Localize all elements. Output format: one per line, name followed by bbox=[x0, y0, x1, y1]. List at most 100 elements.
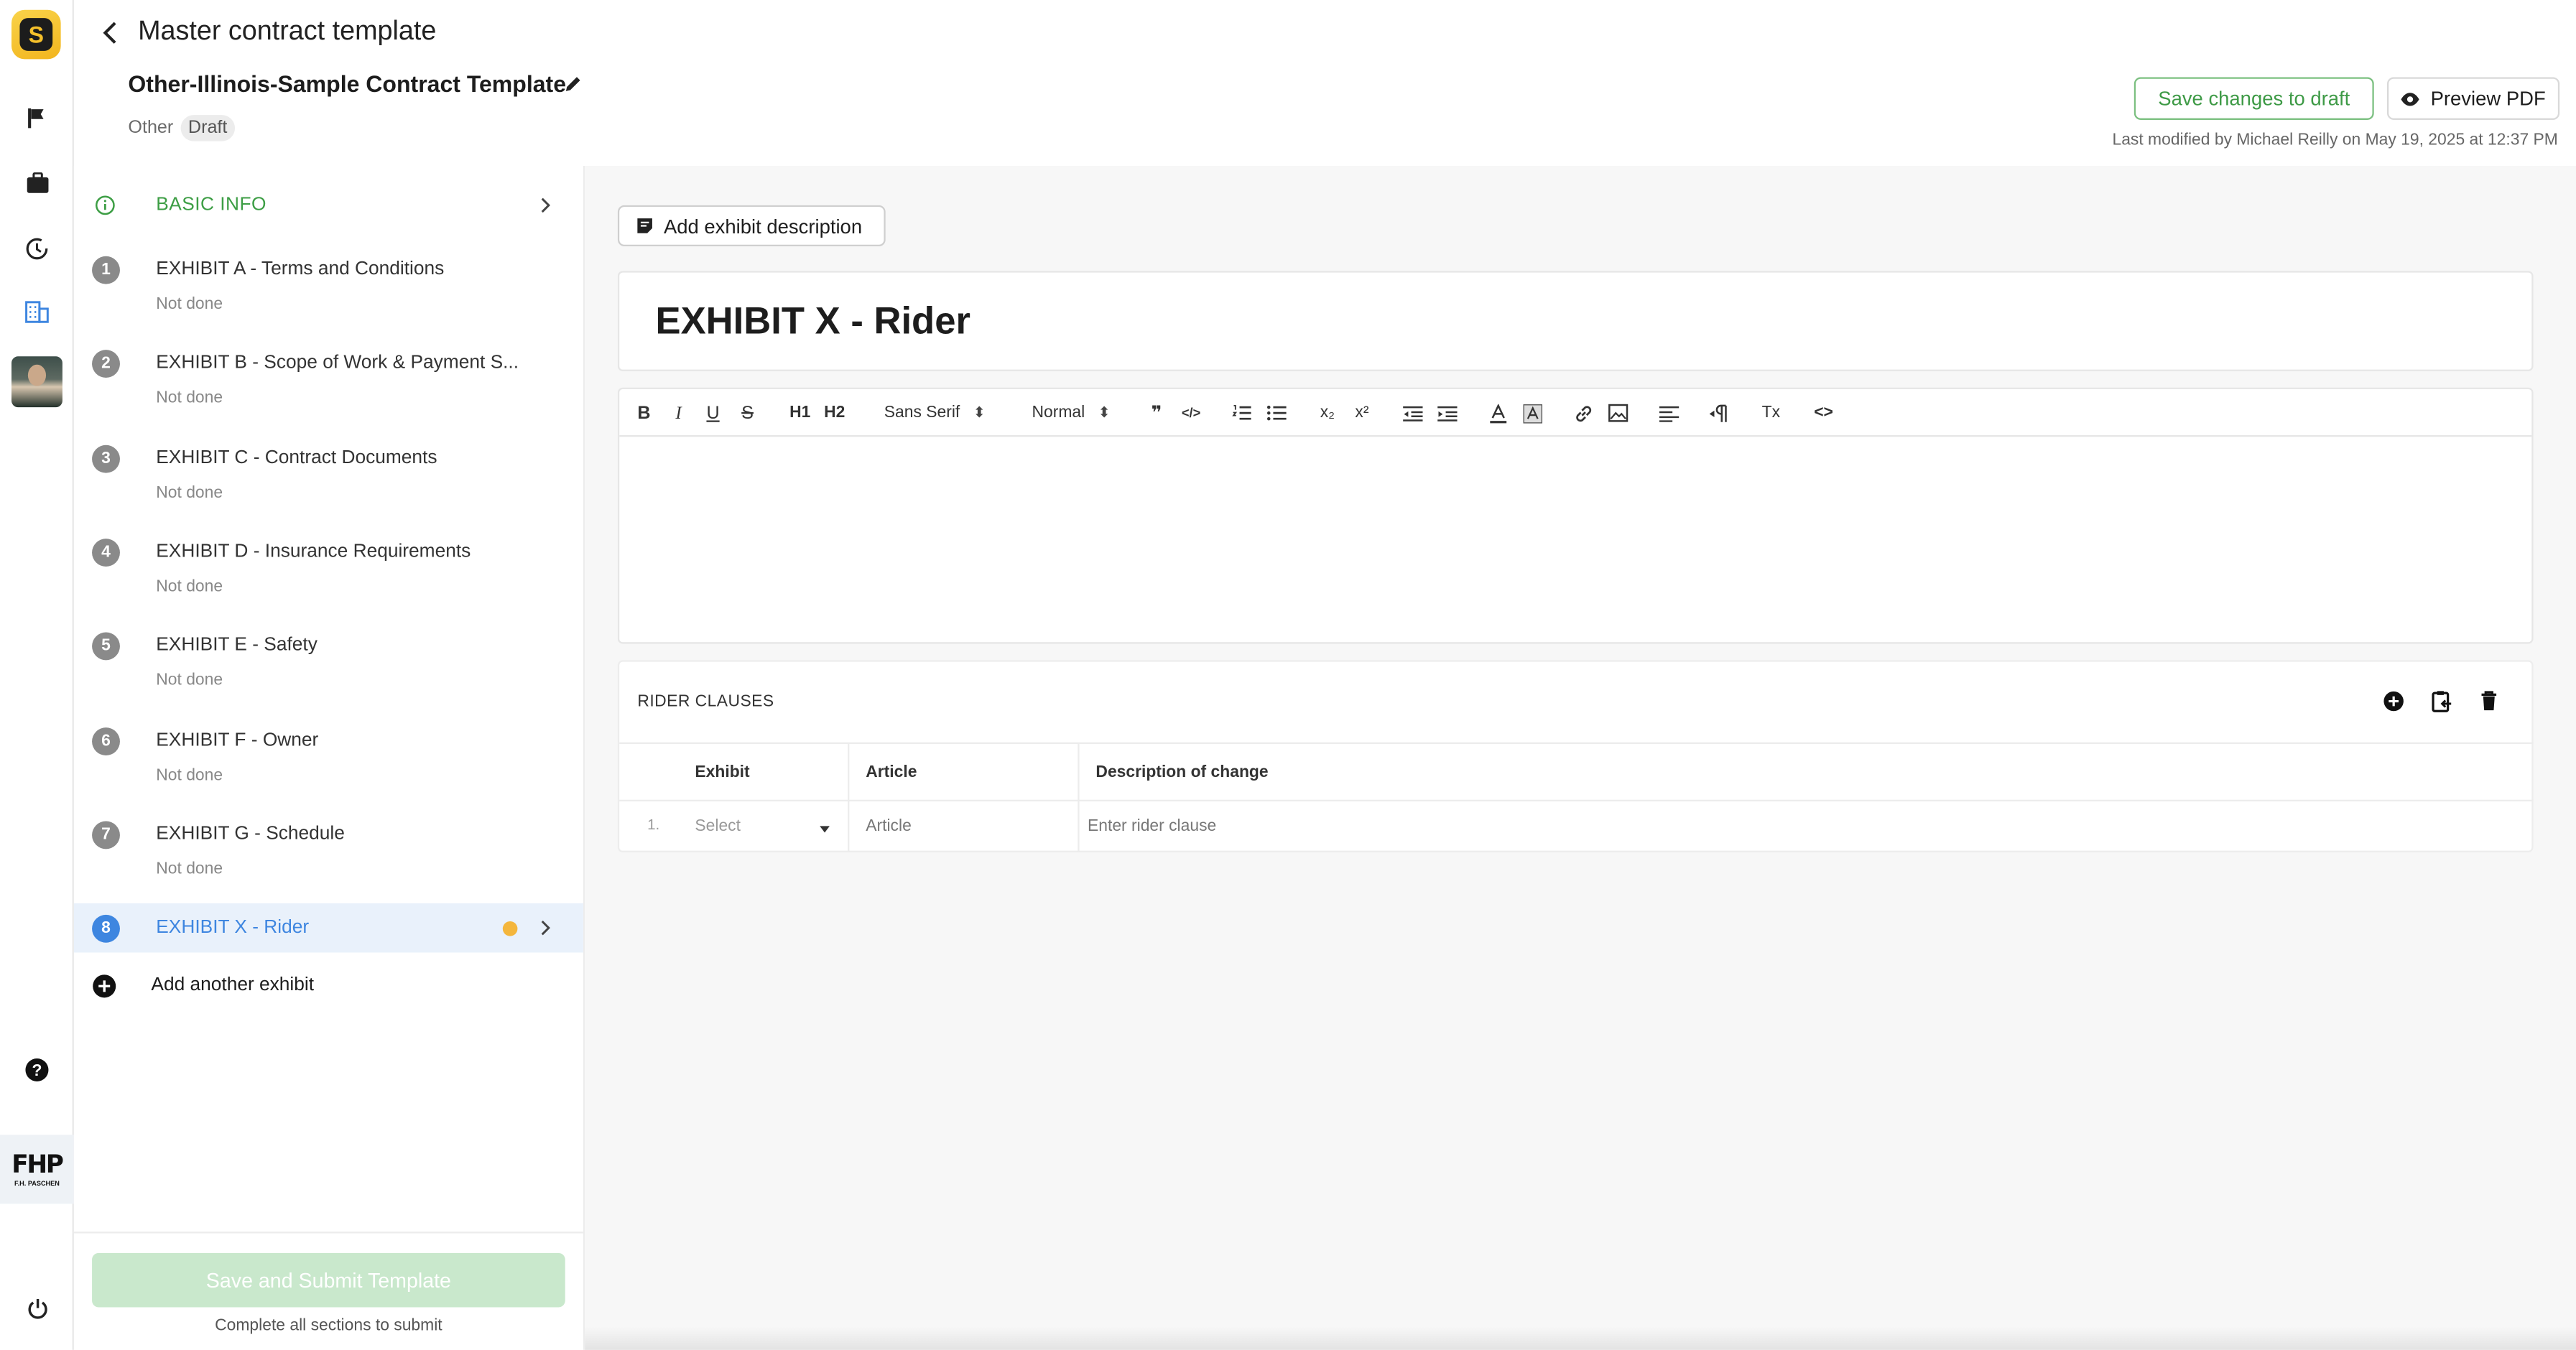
power-icon[interactable] bbox=[0, 1286, 74, 1332]
step-number: 1 bbox=[92, 256, 120, 284]
outdent-icon bbox=[1403, 405, 1423, 421]
sidebar-item-exhibit-b[interactable]: 2 EXHIBIT B - Scope of Work & Payment S.… bbox=[74, 350, 583, 435]
indent-button[interactable] bbox=[1436, 401, 1459, 425]
building-icon[interactable] bbox=[0, 289, 74, 335]
italic-button[interactable]: I bbox=[669, 401, 688, 425]
add-description-label: Add exhibit description bbox=[663, 214, 863, 238]
add-exhibit-label: Add another exhibit bbox=[151, 975, 315, 995]
description-input[interactable]: Enter rider clause bbox=[1088, 801, 2517, 852]
app-logo[interactable]: S bbox=[11, 9, 61, 60]
editor-content-area[interactable] bbox=[619, 439, 2531, 643]
highlight-icon bbox=[1523, 403, 1543, 423]
company-logo[interactable]: FHP F.H. PASCHEN bbox=[0, 1135, 74, 1204]
sidebar-item-exhibit-c[interactable]: 3 EXHIBIT C - Contract Documents Not don… bbox=[74, 444, 583, 531]
article-input[interactable]: Article bbox=[866, 801, 1071, 852]
row-number: 1. bbox=[647, 816, 660, 833]
add-exhibit-button[interactable]: Add another exhibit bbox=[74, 966, 583, 1005]
exhibit-title-card[interactable]: EXHIBIT X - Rider bbox=[617, 271, 2534, 371]
unsaved-dot-icon bbox=[502, 921, 518, 936]
bullet-list-button[interactable] bbox=[1265, 401, 1288, 425]
last-modified: Last modified by Michael Reilly on May 1… bbox=[2112, 131, 2558, 150]
sidebar-item-exhibit-x[interactable]: 8 EXHIBIT X - Rider bbox=[73, 903, 583, 953]
template-name: Other-Illinois-Sample Contract Template bbox=[128, 70, 567, 97]
bottom-fade bbox=[585, 1326, 2576, 1350]
rider-clauses-heading: RIDER CLAUSES bbox=[637, 693, 774, 712]
sidebar-item-exhibit-f[interactable]: 6 EXHIBIT F - Owner Not done bbox=[74, 727, 583, 813]
image-icon bbox=[1608, 404, 1628, 422]
highlight-button[interactable] bbox=[1521, 401, 1544, 425]
svg-text:?: ? bbox=[32, 1060, 42, 1079]
chevron-right-icon bbox=[541, 920, 550, 936]
sidebar-item-status: Not done bbox=[156, 767, 223, 786]
code-block-button[interactable]: </> bbox=[1180, 401, 1203, 425]
underline-button[interactable]: U bbox=[703, 401, 723, 425]
bullet-list-icon bbox=[1266, 405, 1287, 421]
rich-text-editor: B I U S H1 H2 Sans Serif Normal ❞ </> x₂… bbox=[617, 387, 2534, 644]
font-family-select[interactable]: Sans Serif bbox=[879, 401, 991, 425]
link-button[interactable] bbox=[1572, 401, 1595, 425]
exhibit-title[interactable]: EXHIBIT X - Rider bbox=[656, 299, 970, 343]
sidebar-item-exhibit-g[interactable]: 7 EXHIBIT G - Schedule Not done bbox=[74, 821, 583, 907]
clear-format-button[interactable]: Tx bbox=[1759, 401, 1782, 425]
image-button[interactable] bbox=[1607, 401, 1630, 425]
sidebar-item-status: Not done bbox=[156, 389, 223, 408]
ordered-list-icon bbox=[1232, 404, 1251, 420]
strikethrough-button[interactable]: S bbox=[738, 401, 757, 425]
column-header-description: Description of change bbox=[1095, 763, 1269, 781]
table-header-row: Exhibit Article Description of change bbox=[619, 744, 2534, 802]
edit-icon[interactable] bbox=[563, 73, 586, 96]
sidebar-item-exhibit-e[interactable]: 5 EXHIBIT E - Safety Not done bbox=[74, 632, 583, 717]
add-row-icon[interactable] bbox=[2382, 690, 2405, 713]
sidebar-item-status: Not done bbox=[156, 578, 223, 597]
sidebar-item-status: Not done bbox=[156, 295, 223, 314]
info-icon bbox=[95, 195, 115, 215]
superscript-button[interactable]: x² bbox=[1350, 401, 1373, 425]
template-meta: Other Draft bbox=[128, 115, 236, 141]
sidebar-item-basic-info[interactable]: BASIC INFO bbox=[74, 185, 583, 225]
back-button[interactable] bbox=[96, 17, 125, 50]
step-number: 2 bbox=[92, 350, 120, 378]
add-description-button[interactable]: Add exhibit description bbox=[617, 205, 886, 247]
status-badge: Draft bbox=[180, 115, 236, 141]
clipboard-paste-icon[interactable] bbox=[2429, 690, 2452, 713]
preview-pdf-button[interactable]: Preview PDF bbox=[2387, 77, 2560, 120]
avatar[interactable] bbox=[11, 356, 62, 408]
template-category: Other bbox=[128, 118, 174, 139]
save-submit-button[interactable]: Save and Submit Template bbox=[92, 1252, 565, 1308]
save-draft-button[interactable]: Save changes to draft bbox=[2133, 77, 2374, 120]
align-button[interactable] bbox=[1658, 401, 1681, 425]
chevron-left-icon bbox=[103, 22, 116, 44]
blockquote-button[interactable]: ❞ bbox=[1145, 401, 1168, 425]
app-logo-icon: S bbox=[19, 18, 53, 51]
sidebar-item-label: EXHIBIT F - Owner bbox=[156, 730, 319, 751]
trash-icon[interactable] bbox=[2478, 690, 2501, 713]
heading1-button[interactable]: H1 bbox=[787, 401, 813, 425]
text-direction-button[interactable] bbox=[1707, 401, 1730, 425]
history-icon[interactable] bbox=[0, 225, 74, 271]
subscript-button[interactable]: x₂ bbox=[1316, 401, 1339, 425]
ordered-list-button[interactable] bbox=[1231, 401, 1254, 425]
exhibit-select[interactable]: Select bbox=[695, 801, 839, 852]
flag-icon[interactable] bbox=[0, 96, 74, 141]
bold-button[interactable]: B bbox=[634, 401, 654, 425]
rider-clauses-table: Exhibit Article Description of change 1.… bbox=[619, 742, 2534, 852]
company-logo-text: FHP bbox=[11, 1148, 64, 1178]
briefcase-icon[interactable] bbox=[0, 159, 74, 205]
source-code-button[interactable]: <> bbox=[1810, 401, 1837, 425]
eye-icon bbox=[2401, 92, 2420, 106]
rider-clauses-panel: RIDER CLAUSES Exhibit Article Descriptio… bbox=[617, 660, 2534, 852]
text-color-button[interactable] bbox=[1487, 401, 1510, 425]
sidebar-item-exhibit-a[interactable]: 1 EXHIBIT A - Terms and Conditions Not d… bbox=[74, 256, 583, 342]
help-icon[interactable]: ? bbox=[0, 1046, 74, 1092]
sidebar-item-label: EXHIBIT A - Terms and Conditions bbox=[156, 259, 445, 279]
text-color-icon bbox=[1490, 403, 1507, 423]
step-number: 4 bbox=[92, 539, 120, 567]
sidebar-item-label: EXHIBIT D - Insurance Requirements bbox=[156, 541, 471, 562]
sidebar-item-label: EXHIBIT E - Safety bbox=[156, 636, 318, 656]
outdent-button[interactable] bbox=[1401, 401, 1424, 425]
column-header-exhibit: Exhibit bbox=[695, 763, 750, 781]
heading2-button[interactable]: H2 bbox=[822, 401, 848, 425]
font-size-select[interactable]: Normal bbox=[1020, 401, 1122, 425]
plus-circle-icon bbox=[93, 974, 116, 998]
sidebar-item-exhibit-d[interactable]: 4 EXHIBIT D - Insurance Requirements Not… bbox=[74, 539, 583, 624]
